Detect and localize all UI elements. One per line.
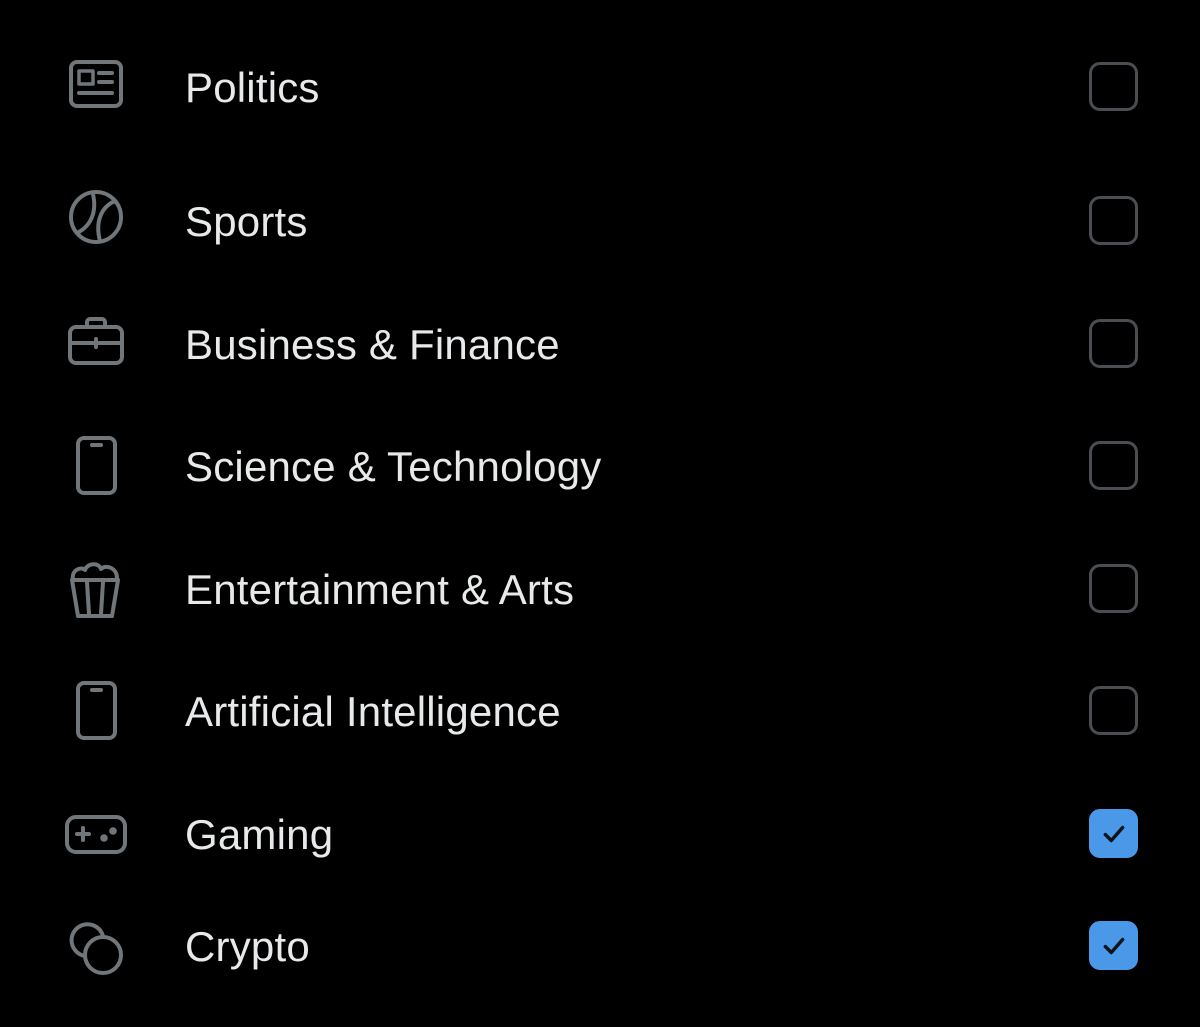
topic-row-science-technology[interactable]: Science & Technology (0, 417, 1200, 517)
checkbox-gaming[interactable] (1089, 809, 1138, 858)
newspaper-icon (61, 58, 129, 118)
ball-icon (61, 190, 129, 252)
checkbox-artificial-intelligence[interactable] (1089, 686, 1138, 735)
phone-icon (61, 436, 129, 497)
topic-row-politics[interactable]: Politics (0, 38, 1200, 138)
checkmark-icon (1103, 825, 1124, 842)
phone-icon (61, 681, 129, 742)
topic-row-business-finance[interactable]: Business & Finance (0, 295, 1200, 395)
topic-label-science-technology: Science & Technology (185, 443, 602, 490)
topic-label-business-finance: Business & Finance (185, 321, 560, 368)
topic-label-gaming: Gaming (185, 811, 334, 858)
checkmark-icon (1103, 937, 1124, 954)
topic-row-gaming[interactable]: Gaming (0, 785, 1200, 885)
topic-row-artificial-intelligence[interactable]: Artificial Intelligence (0, 662, 1200, 762)
checkbox-politics[interactable] (1089, 62, 1138, 111)
coins-icon (61, 917, 129, 977)
topic-label-sports: Sports (185, 198, 308, 245)
topic-label-politics: Politics (185, 64, 320, 111)
topic-label-artificial-intelligence: Artificial Intelligence (185, 688, 561, 735)
topic-label-crypto: Crypto (185, 923, 310, 970)
topic-row-sports[interactable]: Sports (0, 172, 1200, 272)
checkbox-sports[interactable] (1089, 196, 1138, 245)
checkbox-science-technology[interactable] (1089, 441, 1138, 490)
checkbox-business-finance[interactable] (1089, 319, 1138, 368)
topic-row-crypto[interactable]: Crypto (0, 897, 1200, 997)
checkbox-crypto[interactable] (1089, 921, 1138, 970)
briefcase-icon (61, 315, 129, 375)
topic-row-entertainment-arts[interactable]: Entertainment & Arts (0, 540, 1200, 640)
checkbox-entertainment-arts[interactable] (1089, 564, 1138, 613)
topic-label-entertainment-arts: Entertainment & Arts (185, 566, 575, 613)
gamepad-icon (61, 805, 129, 865)
topic-list: Politics Sports Business & Finance Scien… (0, 0, 1200, 1027)
popcorn-icon (61, 560, 129, 620)
